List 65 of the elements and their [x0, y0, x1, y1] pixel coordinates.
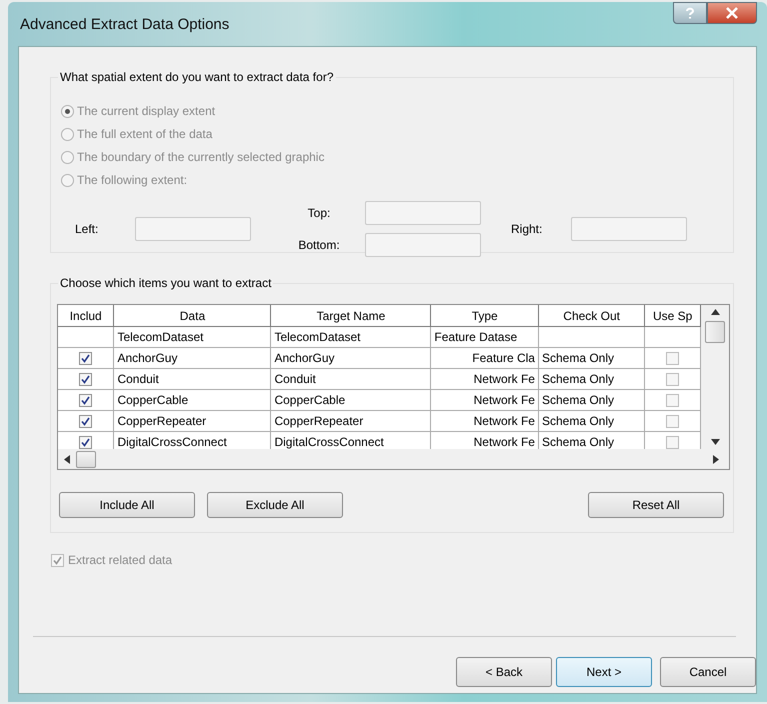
scroll-left-icon — [64, 454, 70, 464]
field-label: Right: — [511, 222, 544, 236]
checkbox[interactable] — [666, 373, 680, 386]
checkbox[interactable] — [666, 415, 680, 428]
table-cell: Feature Cla — [430, 348, 538, 368]
table-cell: Network Fe — [430, 368, 538, 390]
checkbox[interactable] — [79, 373, 92, 386]
scroll-right-icon — [713, 454, 719, 464]
table-cell: CopperRepeater — [114, 410, 271, 432]
column-header[interactable]: Target Name — [270, 305, 431, 326]
table-cell: CopperRepeater — [270, 410, 431, 432]
radio-label: The following extent: — [77, 173, 188, 187]
close-button[interactable] — [707, 2, 757, 24]
table-cell: AnchorGuy — [114, 348, 271, 368]
scroll-down-icon — [710, 439, 720, 445]
button[interactable]: < Back — [456, 657, 552, 687]
close-icon — [725, 7, 739, 19]
scroll-up-icon — [710, 309, 720, 315]
table-cell: TelecomDataset — [114, 326, 271, 348]
help-button[interactable] — [673, 2, 707, 24]
table-cell: Feature Datase — [430, 326, 538, 348]
table-cell: CopperCable — [270, 390, 431, 410]
column-header[interactable]: Check Out — [538, 305, 645, 326]
group-legend: What spatial extent do you want to extract data for? — [58, 70, 336, 84]
window-title: Advanced Extract Data Options — [19, 16, 230, 32]
horizontal-scrollbar[interactable] — [58, 449, 729, 469]
table-cell: Schema Only — [538, 390, 645, 410]
checkbox[interactable] — [79, 415, 92, 428]
column-header[interactable]: Includ — [58, 305, 114, 326]
button[interactable]: Exclude All — [207, 492, 343, 518]
column-header[interactable]: Data — [114, 305, 271, 326]
field-label: Left: — [75, 222, 100, 236]
table-cell: TelecomDataset — [270, 326, 431, 348]
button[interactable]: Cancel — [660, 657, 756, 687]
radio-label: The full extent of the data — [77, 127, 212, 141]
field-label: Top: — [306, 206, 332, 220]
checkbox-label: Extract related data — [68, 553, 172, 567]
checkbox[interactable] — [666, 394, 680, 408]
table-cell: Network Fe — [430, 390, 538, 410]
button[interactable]: Next > — [556, 657, 652, 687]
radio-label: The boundary of the currently selected graphic — [77, 150, 324, 164]
vertical-scrollbar[interactable] — [701, 305, 729, 449]
table-cell: Conduit — [270, 368, 431, 390]
table-cell: CopperCable — [114, 390, 271, 410]
field-label: Bottom: — [297, 238, 341, 252]
radio-label: The current display extent — [77, 104, 216, 118]
checkbox[interactable] — [79, 352, 92, 366]
scroll-thumb[interactable] — [76, 450, 96, 468]
table-cell: Network Fe — [430, 410, 538, 432]
group-legend: Choose which items you want to extract — [58, 276, 274, 290]
checkbox[interactable] — [666, 436, 680, 449]
column-header[interactable]: Type — [430, 305, 538, 326]
button[interactable]: Include All — [59, 492, 195, 518]
table-cell: Conduit — [114, 368, 271, 390]
button[interactable]: Reset All — [588, 492, 724, 518]
table-cell: Schema Only — [538, 348, 645, 368]
scroll-thumb[interactable] — [705, 321, 725, 343]
help-icon — [683, 6, 697, 20]
checkbox[interactable] — [666, 352, 680, 366]
checkbox[interactable] — [79, 436, 92, 449]
checkbox[interactable] — [79, 394, 92, 408]
column-header[interactable]: Use Sp — [644, 305, 700, 326]
table-cell: Schema Only — [538, 368, 645, 390]
table-cell: Schema Only — [538, 410, 645, 432]
table-cell: AnchorGuy — [270, 348, 431, 368]
